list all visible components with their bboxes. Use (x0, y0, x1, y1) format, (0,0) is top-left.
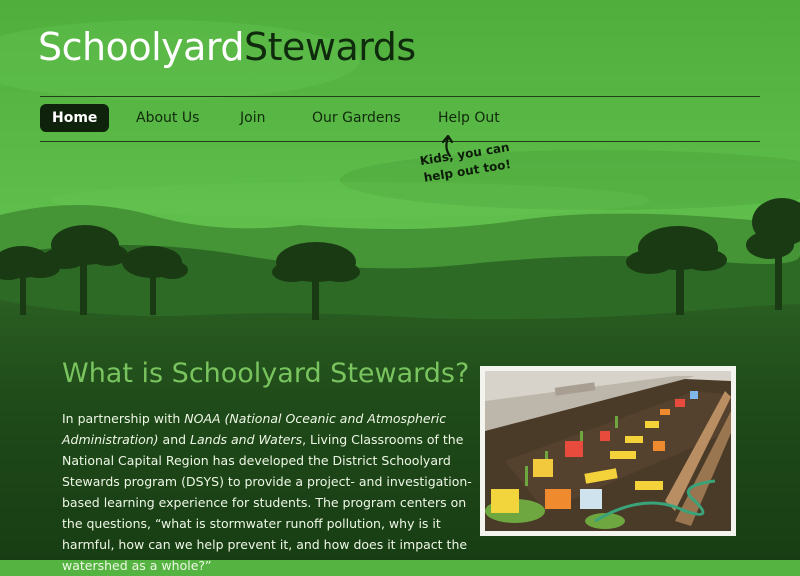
section-heading: What is Schoolyard Stewards? (62, 358, 470, 389)
intro-paragraph: In partnership with NOAA (National Ocean… (62, 408, 472, 576)
intro-text-2: and (158, 432, 191, 447)
nav-item-about-us[interactable]: About Us (124, 104, 211, 132)
garden-photo (480, 366, 736, 536)
nav-item-join[interactable]: Join (228, 104, 277, 132)
nav-item-help-out[interactable]: Help Out (426, 104, 512, 132)
logo-part-2: Stewards (244, 25, 416, 69)
main-nav: Home About Us Join Our Gardens Help Out (40, 96, 760, 142)
intro-text-3: , Living Classrooms of the National Capi… (62, 432, 472, 573)
site-logo[interactable]: SchoolyardStewards (38, 24, 416, 70)
nav-item-home[interactable]: Home (40, 104, 110, 132)
lands-and-waters-link[interactable]: Lands and Waters (190, 432, 302, 447)
nav-item-our-gardens[interactable]: Our Gardens (300, 104, 413, 132)
intro-text-1: In partnership with (62, 411, 185, 426)
garden-photo-image (485, 371, 731, 531)
logo-part-1: Schoolyard (38, 25, 245, 69)
